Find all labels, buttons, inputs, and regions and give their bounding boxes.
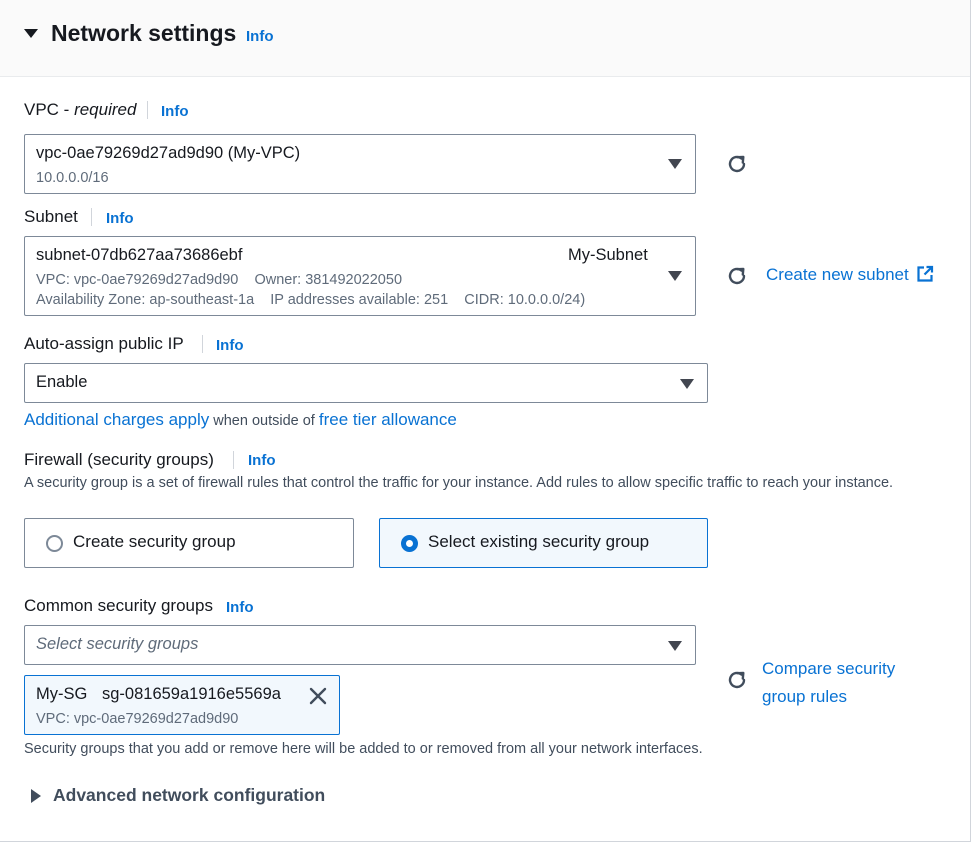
dropdown-caret-icon <box>680 379 694 389</box>
public-ip-select[interactable]: Enable <box>24 363 708 403</box>
radio-button[interactable] <box>46 535 63 552</box>
divider <box>91 208 92 226</box>
divider <box>147 101 148 119</box>
free-tier-link[interactable]: free tier allowance <box>319 410 457 429</box>
subnet-details-line-2: Availability Zone: ap-southeast-1a IP ad… <box>36 292 586 308</box>
security-group-token: My-SG sg-081659a1916e5569a VPC: vpc-0ae7… <box>24 675 340 735</box>
refresh-icon[interactable] <box>725 152 749 176</box>
firewall-description: A security group is a set of firewall ru… <box>24 475 894 491</box>
radio-label: Select existing security group <box>428 532 650 551</box>
subnet-name: My-Subnet <box>568 246 648 264</box>
refresh-icon[interactable] <box>725 264 749 288</box>
subnet-details-line-1: VPC: vpc-0ae79269d27ad9d90 Owner: 381492… <box>36 272 403 288</box>
advanced-network-configuration-toggle[interactable]: Advanced network configuration <box>53 785 325 806</box>
token-name: My-SG <box>36 685 88 703</box>
token-id: sg-081659a1916e5569a <box>102 685 281 703</box>
charges-note: Additional charges apply when outside of… <box>24 410 457 430</box>
token-vpc: VPC: vpc-0ae79269d27ad9d90 <box>36 711 239 727</box>
external-link-icon <box>917 265 934 282</box>
section-header[interactable]: Network settings Info <box>0 0 970 77</box>
common-security-groups-info-link[interactable]: Info <box>226 599 254 616</box>
network-settings-panel: Network settings Info VPC - required Inf… <box>0 0 971 842</box>
security-groups-footnote: Security groups that you add or remove h… <box>24 741 703 757</box>
common-security-groups-label: Common security groups <box>24 596 213 615</box>
vpc-select[interactable]: vpc-0ae79269d27ad9d90 (My-VPC) 10.0.0.0/… <box>24 134 696 194</box>
firewall-label: Firewall (security groups) <box>24 450 214 469</box>
security-groups-placeholder: Select security groups <box>36 635 199 653</box>
radio-select-existing-security-group[interactable]: Select existing security group <box>379 518 708 568</box>
dropdown-caret-icon <box>668 641 682 651</box>
firewall-info-link[interactable]: Info <box>248 452 276 469</box>
dropdown-caret-icon <box>668 271 682 281</box>
radio-create-security-group[interactable]: Create security group <box>24 518 354 568</box>
compare-link-line-1: Compare security <box>762 659 896 678</box>
caret-down-icon[interactable] <box>24 29 38 38</box>
close-icon[interactable] <box>307 685 329 707</box>
caret-right-icon[interactable] <box>31 789 41 803</box>
dropdown-caret-icon <box>668 159 682 169</box>
security-groups-multiselect[interactable]: Select security groups <box>24 625 696 665</box>
compare-link-line-2: group rules <box>762 687 848 706</box>
radio-button-selected[interactable] <box>401 535 418 552</box>
vpc-label: VPC - required <box>24 100 137 119</box>
charges-note-text: when outside of <box>209 413 319 429</box>
subnet-select[interactable]: subnet-07db627aa73686ebf My-Subnet VPC: … <box>24 236 696 316</box>
compare-security-group-rules-link[interactable]: Compare security group rules <box>762 655 895 711</box>
section-title: Network settings <box>51 20 237 46</box>
subnet-label: Subnet <box>24 207 78 226</box>
public-ip-info-link[interactable]: Info <box>216 337 244 354</box>
public-ip-label: Auto-assign public IP <box>24 334 184 353</box>
subnet-value: subnet-07db627aa73686ebf <box>36 246 243 264</box>
create-new-subnet-link[interactable]: Create new subnet <box>766 265 934 285</box>
additional-charges-link[interactable]: Additional charges apply <box>24 410 209 429</box>
vpc-cidr: 10.0.0.0/16 <box>36 170 109 186</box>
subnet-info-link[interactable]: Info <box>106 210 134 227</box>
radio-label: Create security group <box>73 532 236 551</box>
public-ip-value: Enable <box>36 373 88 391</box>
refresh-icon[interactable] <box>725 668 749 692</box>
divider <box>233 451 234 469</box>
vpc-value: vpc-0ae79269d27ad9d90 (My-VPC) <box>36 144 301 162</box>
section-info-link[interactable]: Info <box>246 28 274 45</box>
divider <box>202 335 203 353</box>
vpc-info-link[interactable]: Info <box>161 103 189 120</box>
